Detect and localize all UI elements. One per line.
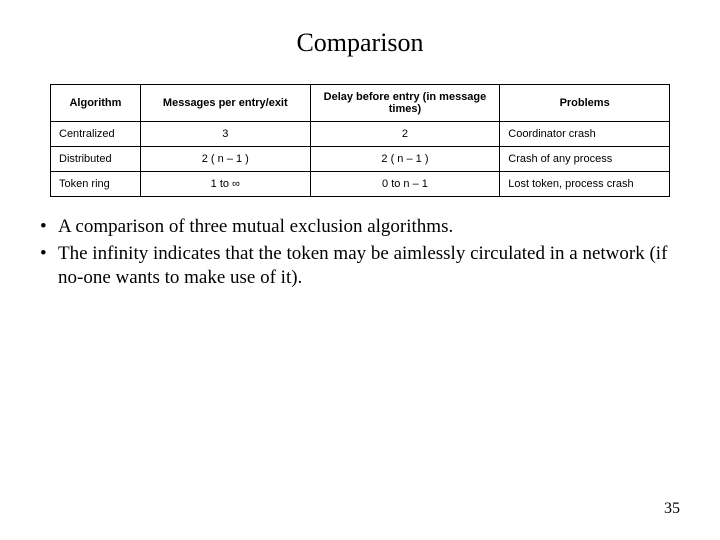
cell-problems: Lost token, process crash bbox=[500, 172, 670, 197]
cell-delay: 0 to n – 1 bbox=[310, 172, 500, 197]
header-problems: Problems bbox=[500, 85, 670, 122]
cell-messages: 3 bbox=[140, 122, 310, 147]
table-row: Token ring 1 to ∞ 0 to n – 1 Lost token,… bbox=[51, 172, 670, 197]
bullet-item: A comparison of three mutual exclusion a… bbox=[40, 215, 684, 240]
header-algorithm: Algorithm bbox=[51, 85, 141, 122]
table-row: Distributed 2 ( n – 1 ) 2 ( n – 1 ) Cras… bbox=[51, 147, 670, 172]
page-number: 35 bbox=[664, 500, 680, 518]
cell-messages: 2 ( n – 1 ) bbox=[140, 147, 310, 172]
header-delay: Delay before entry (in message times) bbox=[310, 85, 500, 122]
page-title: Comparison bbox=[36, 28, 684, 58]
header-messages: Messages per entry/exit bbox=[140, 85, 310, 122]
bullet-list: A comparison of three mutual exclusion a… bbox=[36, 215, 684, 291]
comparison-table: Algorithm Messages per entry/exit Delay … bbox=[50, 84, 670, 197]
cell-problems: Coordinator crash bbox=[500, 122, 670, 147]
cell-delay: 2 bbox=[310, 122, 500, 147]
cell-problems: Crash of any process bbox=[500, 147, 670, 172]
cell-algorithm: Centralized bbox=[51, 122, 141, 147]
cell-algorithm: Distributed bbox=[51, 147, 141, 172]
bullet-item: The infinity indicates that the token ma… bbox=[40, 242, 684, 291]
cell-messages: 1 to ∞ bbox=[140, 172, 310, 197]
cell-algorithm: Token ring bbox=[51, 172, 141, 197]
cell-delay: 2 ( n – 1 ) bbox=[310, 147, 500, 172]
table-row: Centralized 3 2 Coordinator crash bbox=[51, 122, 670, 147]
table-header-row: Algorithm Messages per entry/exit Delay … bbox=[51, 85, 670, 122]
